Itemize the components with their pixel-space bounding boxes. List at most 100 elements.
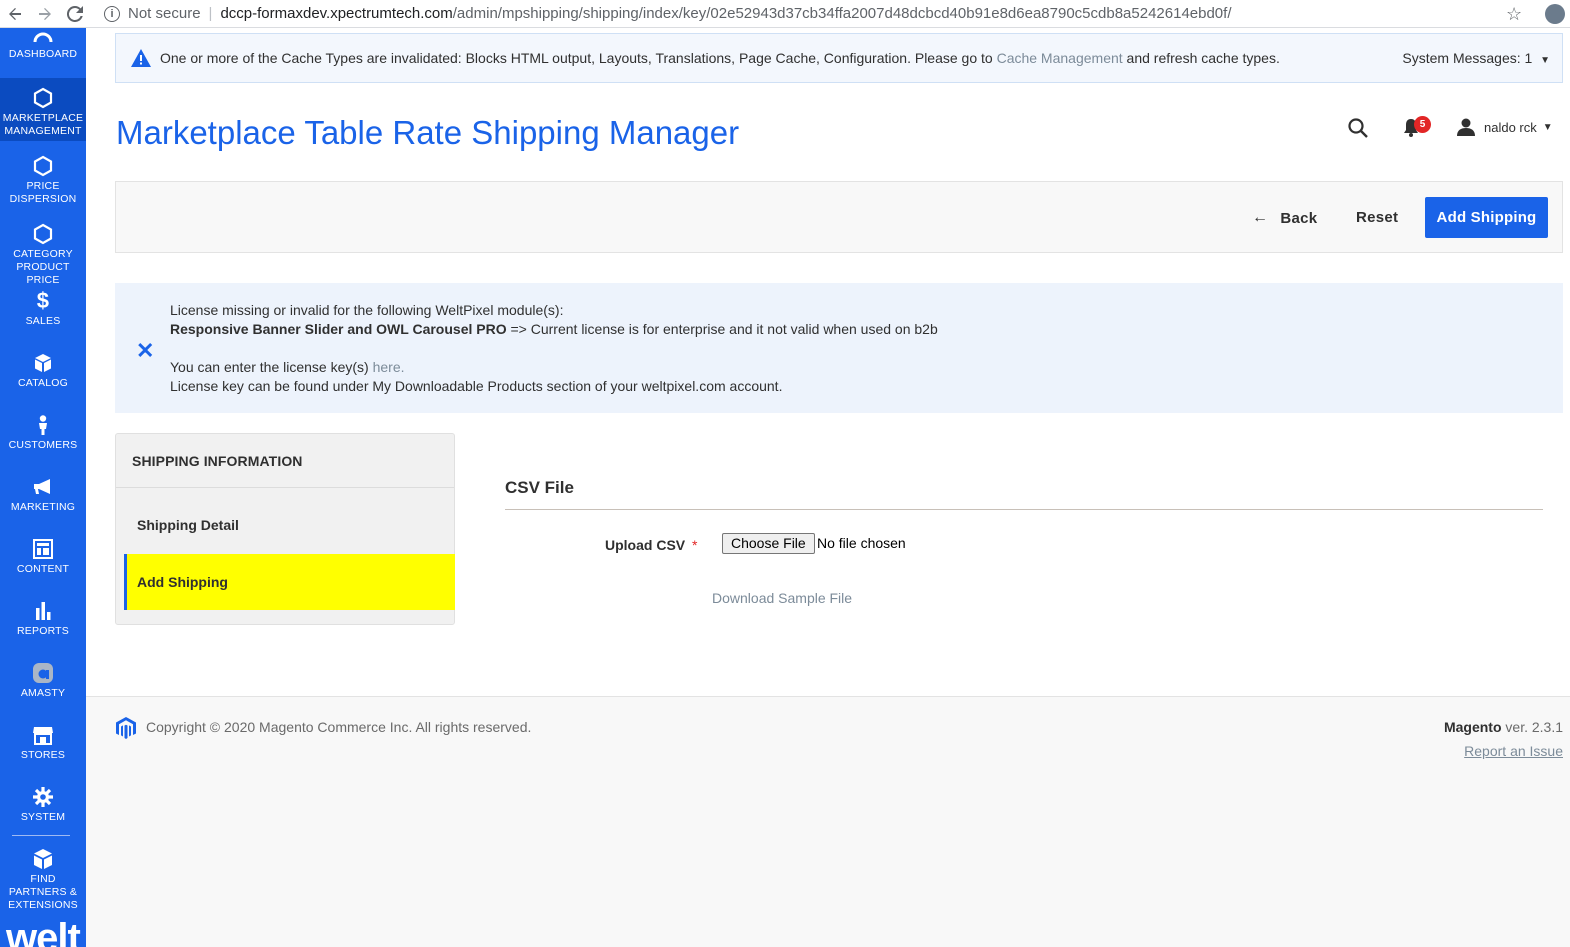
bookmark-star-icon[interactable]: ☆ [1506,4,1522,25]
license-notice-line1: License missing or invalid for the follo… [170,302,564,318]
license-notice-line3: You can enter the license key(s) here. [170,359,405,375]
system-messages-count: System Messages: 1 [1402,50,1533,66]
page-title: Marketplace Table Rate Shipping Manager [116,114,740,151]
cubes-icon [34,849,52,869]
license-here-link[interactable]: here. [373,359,405,375]
back-arrow-icon[interactable] [0,0,30,28]
address-separator: | [208,5,213,22]
sidebar-item-find-partners[interactable]: FIND PARTNERS & EXTENSIONS [0,848,86,911]
sidebar-item-label: MARKETING [10,501,76,513]
reload-icon[interactable] [60,0,90,28]
browser-toolbar: i Not secure | dccp-formaxdev.xpectrumte… [0,0,1570,28]
sidebar-item-label: SYSTEM [20,811,66,823]
sidebar-item-label: REPORTS [17,625,69,637]
magento-version: ver. 2.3.1 [1501,719,1563,735]
sidebar-item-label: SALES [25,315,61,327]
license-notice: ✕ License missing or invalid for the fol… [115,283,1563,413]
download-sample-link[interactable]: Download Sample File [712,590,852,606]
sidebar-item-marketing[interactable]: MARKETING [0,476,86,522]
welt-logo: welt [6,916,81,947]
sidebar-item-label: MARKETPLACE MANAGEMENT [2,112,84,137]
chevron-down-icon: ▼ [1542,121,1553,133]
sidebar-item-label: CUSTOMERS [8,439,78,451]
bar-chart-icon [36,602,51,620]
sidebar-item-catalog[interactable]: CATALOG [0,352,86,398]
license-line3-text: You can enter the license key(s) [170,359,373,375]
sidebar-item-customers[interactable]: CUSTOMERS [0,414,86,460]
user-name: naldo rck [1484,119,1537,135]
back-button[interactable]: ← Back [1252,209,1317,227]
required-marker: * [692,537,698,553]
hexagon-icon [33,223,53,245]
url-host: dccp-formaxdev.xpectrumtech.com [220,5,453,22]
dollar-icon: $ [36,288,50,313]
fieldset-title: CSV File [505,478,574,497]
sidebar-item-label: CATALOG [17,377,69,389]
shipping-information-tabs: SHIPPING INFORMATION Shipping Detail Add… [115,433,455,625]
page-footer: Copyright © 2020 Magento Commerce Inc. A… [86,696,1570,947]
sidebar-item-price-dispersion[interactable]: PRICE DISPERSION [0,152,86,210]
forward-arrow-icon[interactable] [30,0,60,28]
page-actions-bar: ← Back Reset Add Shipping [115,181,1563,253]
warning-icon [131,49,151,67]
sidebar-item-marketplace-management[interactable]: MARKETPLACE MANAGEMENT [0,78,86,141]
address-bar[interactable]: i Not secure | dccp-formaxdev.xpectrumte… [104,5,1231,22]
profile-avatar[interactable] [1545,4,1565,24]
choose-file-button[interactable]: Choose File [722,533,815,554]
dashboard-icon [33,32,53,42]
close-icon[interactable]: ✕ [136,338,154,364]
chevron-down-icon: ▼ [1540,55,1550,66]
gear-icon [33,787,53,807]
sidebar-item-reports[interactable]: REPORTS [0,600,86,646]
magento-logo-icon [116,717,136,739]
sidebar-item-label: CONTENT [16,563,70,575]
cache-management-link[interactable]: Cache Management [997,50,1123,66]
user-icon [1457,118,1475,136]
add-shipping-button[interactable]: Add Shipping [1425,197,1548,238]
admin-sidebar: DASHBOARD MARKETPLACE MANAGEMENT PRICE D… [0,28,86,947]
sidebar-item-amasty[interactable]: AMASTY [0,662,86,708]
copyright-text: Copyright © 2020 Magento Commerce Inc. A… [146,719,532,735]
url-path: /admin/mpshipping/shipping/index/key/02e… [452,5,1232,22]
sidebar-item-sales[interactable]: $ SALES [0,290,86,336]
store-icon [33,727,53,745]
reset-button[interactable]: Reset [1356,209,1398,226]
amasty-icon [33,663,53,683]
report-issue-link[interactable]: Report an Issue [1464,743,1563,759]
sidebar-item-content[interactable]: CONTENT [0,538,86,584]
sidebar-item-dashboard[interactable]: DASHBOARD [0,28,86,64]
system-message-text-before: One or more of the Cache Types are inval… [160,50,997,66]
box-icon [35,354,51,372]
license-notice-line2: Responsive Banner Slider and OWL Carouse… [170,321,938,337]
sidebar-item-category-product-price[interactable]: CATEGORY PRODUCT PRICE [0,220,86,286]
version-text: Magento ver. 2.3.1 [1444,719,1563,735]
security-label: Not secure [128,5,201,22]
system-messages-dropdown[interactable]: System Messages: 1 ▼ [1402,50,1550,66]
tab-shipping-detail[interactable]: Shipping Detail [124,497,455,553]
fieldset-divider [505,509,1543,510]
layout-icon [33,539,53,559]
magento-brand: Magento [1443,719,1502,735]
sidebar-item-label: AMASTY [20,687,66,699]
sidebar-item-label: DASHBOARD [8,48,78,60]
system-message-text: One or more of the Cache Types are inval… [160,50,1280,66]
hexagon-icon [33,87,53,109]
sidebar-item-label: FIND PARTNERS & EXTENSIONS [8,873,78,911]
upload-csv-label: Upload CSV [605,537,686,553]
search-icon[interactable] [1347,117,1369,139]
file-status-text: No file chosen [817,535,906,551]
notifications-badge: 5 [1414,116,1431,133]
sidebar-item-stores[interactable]: STORES [0,724,86,770]
arrow-left-icon: ← [1252,209,1269,226]
info-icon[interactable]: i [104,5,120,22]
system-message-bar: One or more of the Cache Types are inval… [115,33,1563,83]
user-menu[interactable]: naldo rck ▼ [1456,117,1553,137]
sidebar-item-label: PRICE DISPERSION [9,180,77,205]
tab-add-shipping[interactable]: Add Shipping [124,554,455,610]
sidebar-divider [12,835,70,836]
hexagon-icon [33,155,53,177]
back-button-label: Back [1280,209,1318,227]
system-message-text-after: and refresh cache types. [1122,50,1280,66]
person-icon [39,415,47,435]
sidebar-item-system[interactable]: SYSTEM [0,786,86,832]
